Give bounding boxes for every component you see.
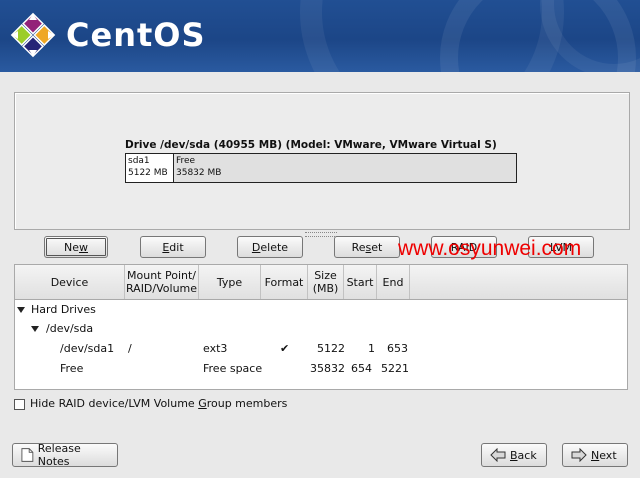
partition-segment-free[interactable]: Free 35832 MB	[174, 154, 516, 182]
row-label: /dev/sda	[46, 322, 94, 335]
back-button[interactable]: Back	[481, 443, 547, 467]
button-label: Back	[510, 448, 537, 462]
drive-bar: sda1 5122 MB Free 35832 MB	[125, 153, 517, 183]
cell-start: 1	[368, 342, 375, 355]
reset-button[interactable]: Reset	[334, 236, 400, 258]
next-button[interactable]: Next	[562, 443, 628, 467]
partition-segment-sda1[interactable]: sda1 5122 MB	[126, 154, 174, 182]
cell-device: /dev/sda1	[60, 342, 115, 355]
pane-resize-handle[interactable]	[305, 232, 337, 237]
column-header-size[interactable]: Size (MB)	[308, 265, 344, 299]
button-label: Release Notes	[37, 442, 81, 468]
segment-size: 5122 MB	[128, 168, 168, 178]
partition-table[interactable]: Device Mount Point/ RAID/Volume Type For…	[14, 264, 628, 390]
column-header-start[interactable]: Start	[344, 265, 377, 299]
expander-arrow-icon[interactable]	[17, 307, 25, 313]
watermark-text: www.osyunwei.com	[398, 237, 582, 260]
button-label: New	[64, 240, 88, 254]
column-header-type[interactable]: Type	[199, 265, 261, 299]
header-banner: CentOS	[0, 0, 640, 72]
centos-logo-icon	[10, 12, 56, 58]
cell-size: 5122	[317, 342, 345, 355]
format-check-icon: ✔	[280, 342, 290, 355]
tree-row-hard-drives[interactable]: Hard Drives	[15, 300, 627, 320]
segment-name: sda1	[128, 156, 150, 166]
cell-end: 5221	[381, 362, 409, 375]
tree-row-dev-sda[interactable]: /dev/sda	[15, 319, 627, 339]
cell-end: 653	[387, 342, 408, 355]
column-header-device[interactable]: Device	[15, 265, 125, 299]
button-label: Delete	[251, 240, 289, 254]
drive-visualization: Drive /dev/sda (40955 MB) (Model: VMware…	[14, 92, 630, 230]
expander-arrow-icon[interactable]	[31, 326, 39, 332]
brand-name: CentOS	[66, 16, 206, 54]
cell-type: ext3	[203, 342, 228, 355]
new-button[interactable]: New	[44, 236, 108, 258]
cell-device: Free	[60, 362, 84, 375]
segment-size: 35832 MB	[176, 168, 222, 178]
row-label: Hard Drives	[31, 303, 96, 316]
document-icon	[21, 448, 34, 462]
column-header-format[interactable]: Format	[261, 265, 308, 299]
edit-button[interactable]: Edit	[140, 236, 206, 258]
column-header-mount[interactable]: Mount Point/ RAID/Volume	[125, 265, 199, 299]
back-arrow-icon	[490, 448, 506, 462]
drive-title: Drive /dev/sda (40955 MB) (Model: VMware…	[125, 139, 497, 151]
button-label: Next	[591, 448, 617, 462]
table-header: Device Mount Point/ RAID/Volume Type For…	[15, 265, 627, 300]
button-label: Edit	[162, 240, 184, 254]
hide-raid-lvm-checkbox[interactable]	[14, 399, 25, 410]
table-row[interactable]: Free Free space 35832 654 5221	[15, 359, 627, 379]
cell-type: Free space	[203, 362, 263, 375]
column-header-end[interactable]: End	[377, 265, 410, 299]
release-notes-button[interactable]: Release Notes	[12, 442, 118, 468]
button-label: Reset	[351, 240, 383, 254]
delete-button[interactable]: Delete	[237, 236, 303, 258]
cell-mount: /	[128, 342, 132, 355]
cell-size: 35832	[310, 362, 345, 375]
table-row[interactable]: /dev/sda1 / ext3 ✔ 5122 1 653	[15, 339, 627, 359]
segment-name: Free	[176, 156, 196, 166]
cell-start: 654	[351, 362, 372, 375]
hide-raid-lvm-label[interactable]: Hide RAID device/LVM Volume Group member…	[30, 397, 287, 410]
next-arrow-icon	[571, 448, 587, 462]
